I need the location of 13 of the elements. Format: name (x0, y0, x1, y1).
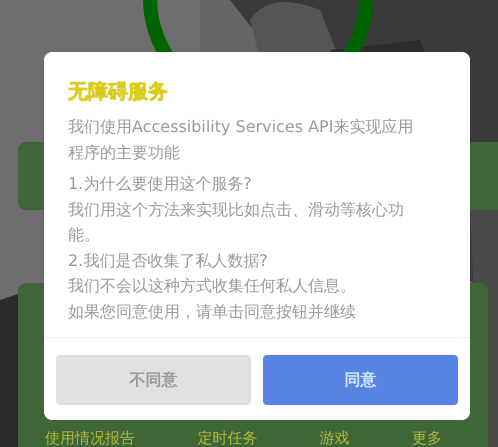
dialog-text: 我们用这个方法来实现比如点击、滑动等核心功能。 (68, 198, 405, 246)
menu-item[interactable]: 更多 (412, 428, 442, 447)
dialog-text: 我们使用Accessibility Services API来实现应用程序的主要功能 (68, 116, 414, 164)
menu-item[interactable]: 使用情况报告 (45, 428, 135, 447)
dialog-text: 我们不会以这种方式收集任何私人信息。 (68, 275, 357, 297)
menu-item[interactable]: 游戏 (320, 428, 350, 447)
decline-button[interactable]: 不同意 (56, 355, 251, 405)
dialog-text: 1.为什么要使用这个服务? (68, 173, 253, 195)
dialog-text: 如果您同意使用，请单击同意按钮并继续 (68, 300, 357, 322)
agree-button[interactable]: 同意 (263, 355, 458, 405)
dialog-title: 无障碍服务 (66, 78, 169, 104)
dialog-text: 2.我们是否收集了私人数据? (68, 250, 269, 272)
menu-item[interactable]: 定时任务 (197, 428, 258, 447)
